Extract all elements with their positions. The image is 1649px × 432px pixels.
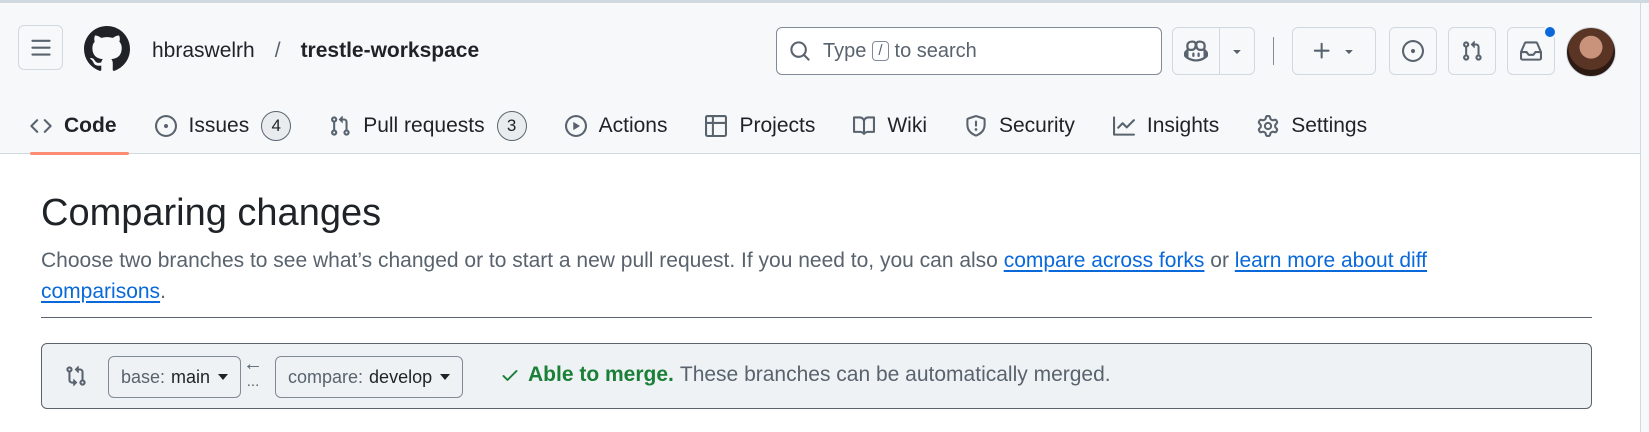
inbox-icon xyxy=(1520,40,1542,62)
tab-label: Pull requests xyxy=(363,114,485,137)
issue-icon xyxy=(154,115,177,137)
shield-icon xyxy=(965,115,987,137)
tab-label: Insights xyxy=(1146,114,1220,137)
pull-requests-count-badge: 3 xyxy=(496,111,527,141)
tab-label: Code xyxy=(64,114,117,137)
global-header: hbraswelrh / trestle-workspace Type / to… xyxy=(0,3,1640,155)
copilot-icon xyxy=(1184,39,1208,63)
tab-issues[interactable]: Issues 4 xyxy=(143,99,304,153)
tab-code[interactable]: Code xyxy=(18,99,129,155)
tab-label: Wiki xyxy=(887,114,927,137)
search-placeholder-prefix: Type xyxy=(823,39,867,62)
page-description: Choose two branches to see what’s change… xyxy=(41,245,1521,307)
hamburger-icon xyxy=(30,37,52,59)
play-icon xyxy=(564,115,587,137)
copilot-dropdown-button[interactable] xyxy=(1219,27,1255,75)
base-prefix: base: xyxy=(121,366,166,387)
repo-nav: Code Issues 4 Pull requests 3 Actions Pr… xyxy=(18,99,1393,155)
tab-actions[interactable]: Actions xyxy=(553,99,680,153)
search-input[interactable]: Type / to search xyxy=(776,27,1162,75)
check-icon xyxy=(500,365,520,385)
tab-insights[interactable]: Insights xyxy=(1101,99,1231,153)
breadcrumb-owner-link[interactable]: hbraswelrh xyxy=(152,39,255,63)
search-placeholder-suffix: to search xyxy=(894,39,977,62)
code-icon xyxy=(30,115,52,137)
compare-prefix: compare: xyxy=(288,366,364,387)
tab-settings[interactable]: Settings xyxy=(1245,99,1379,153)
tab-label: Issues xyxy=(188,114,250,137)
base-branch-select[interactable]: base: main xyxy=(108,356,242,398)
book-icon xyxy=(853,115,876,137)
plus-icon xyxy=(1311,40,1333,62)
breadcrumb-repo-link[interactable]: trestle-workspace xyxy=(301,39,480,63)
base-branch-name: main xyxy=(171,366,211,387)
user-avatar[interactable] xyxy=(1566,27,1616,77)
graph-icon xyxy=(1112,115,1135,137)
compare-direction: ← ... xyxy=(242,353,264,389)
tab-wiki[interactable]: Wiki xyxy=(841,99,939,153)
header-divider xyxy=(1273,37,1274,65)
tab-label: Settings xyxy=(1291,114,1368,137)
merge-status: Able to merge. These branches can be aut… xyxy=(500,363,1111,387)
compare-branch-select[interactable]: compare: develop xyxy=(275,356,464,398)
git-pull-request-icon xyxy=(1461,40,1483,62)
description-text-end: . xyxy=(160,280,166,303)
tab-label: Actions xyxy=(598,114,668,137)
caret-down-icon xyxy=(218,374,229,380)
breadcrumb: hbraswelrh / trestle-workspace xyxy=(152,36,479,66)
compare-range-editor: base: main ← ... compare: develop Able t… xyxy=(41,343,1592,409)
caret-down-icon xyxy=(440,374,451,380)
issue-opened-icon xyxy=(1402,40,1424,62)
git-compare-icon[interactable] xyxy=(65,365,87,387)
tab-label: Security xyxy=(999,114,1075,137)
tab-projects[interactable]: Projects xyxy=(693,99,827,153)
merge-ok-label: Able to merge. xyxy=(528,363,674,386)
scrollbar-track[interactable] xyxy=(1640,3,1649,432)
page-title: Comparing changes xyxy=(41,192,382,234)
gear-icon xyxy=(1257,115,1279,137)
tab-security[interactable]: Security xyxy=(953,99,1087,153)
search-icon xyxy=(789,40,811,62)
issues-button[interactable] xyxy=(1389,27,1437,75)
pull-requests-button[interactable] xyxy=(1448,27,1496,75)
create-new-button[interactable] xyxy=(1292,27,1376,75)
menu-button[interactable] xyxy=(18,25,63,70)
search-shortcut-key: / xyxy=(872,41,889,61)
breadcrumb-separator: / xyxy=(274,39,281,62)
table-icon xyxy=(705,115,728,137)
compare-branch-name: develop xyxy=(369,366,433,387)
triangle-down-icon xyxy=(1229,43,1245,59)
range-dots: ... xyxy=(246,373,260,390)
github-logo-icon[interactable] xyxy=(84,26,130,72)
description-text: Choose two branches to see what’s change… xyxy=(41,249,1004,272)
pull-request-icon xyxy=(329,115,351,137)
tab-label: Projects xyxy=(739,114,816,137)
description-text-mid: or xyxy=(1204,249,1235,272)
issues-count-badge: 4 xyxy=(261,111,292,141)
compare-across-forks-link[interactable]: compare across forks xyxy=(1004,249,1205,272)
merge-status-text: These branches can be automatically merg… xyxy=(679,363,1111,386)
triangle-down-icon xyxy=(1341,43,1357,59)
notification-indicator xyxy=(1543,25,1557,39)
section-divider xyxy=(41,317,1592,318)
copilot-button[interactable] xyxy=(1172,27,1220,75)
tab-pull-requests[interactable]: Pull requests 3 xyxy=(317,99,538,153)
arrow-left-icon: ← xyxy=(243,353,263,375)
